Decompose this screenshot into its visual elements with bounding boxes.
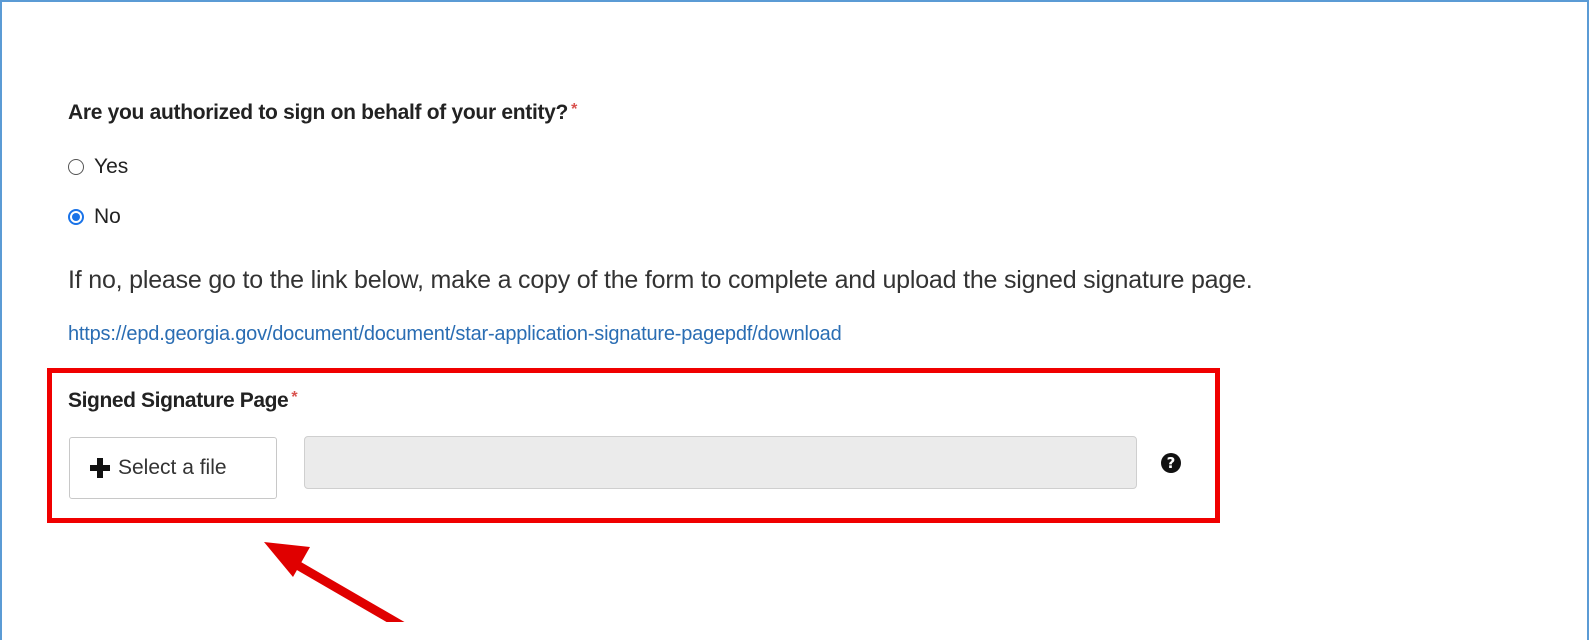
radio-label-no: No [94,205,121,228]
instruction-text: If no, please go to the link below, make… [68,266,1253,294]
required-marker: * [571,101,578,118]
radio-button-no[interactable] [68,209,84,225]
arrow-head [264,542,310,577]
radio-label-yes: Yes [94,155,129,178]
highlight-box [47,368,1220,523]
radio-option-no[interactable]: No [68,205,121,229]
authorization-question: Are you authorized to sign on behalf of … [68,101,577,125]
signature-page-download-link[interactable]: https://epd.georgia.gov/document/documen… [68,323,842,346]
question-text: Are you authorized to sign on behalf of … [68,101,569,124]
page-frame: Are you authorized to sign on behalf of … [0,0,1589,640]
annotation-arrow [264,542,405,622]
arrow-shaft [289,558,405,622]
radio-option-yes[interactable]: Yes [68,155,128,179]
radio-button-yes[interactable] [68,159,84,175]
